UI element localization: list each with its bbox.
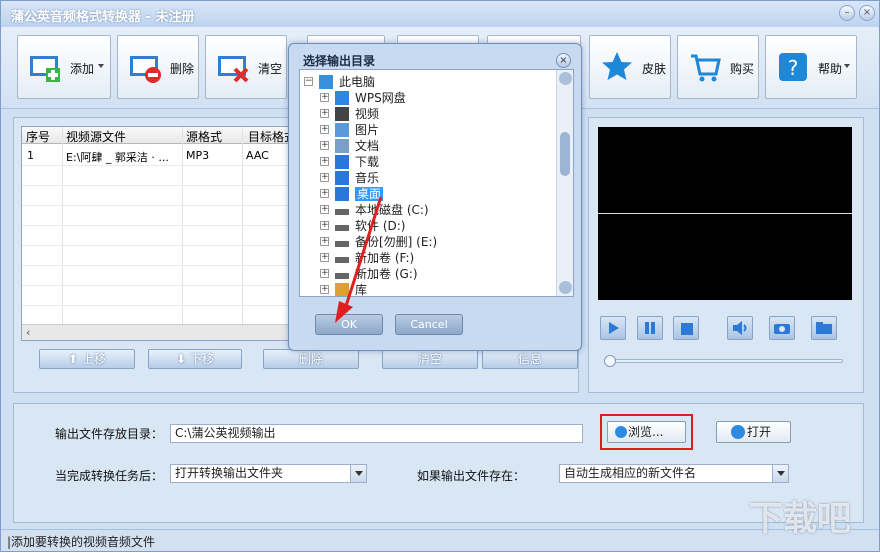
arrow-head	[335, 301, 353, 323]
arrow-line	[343, 196, 383, 310]
annotation-arrow	[335, 196, 383, 323]
app-window: 蒲公英音频格式转换器 - 未注册 – × 添加 删除 清空 皮肤 购买 ? 帮助…	[0, 0, 880, 552]
